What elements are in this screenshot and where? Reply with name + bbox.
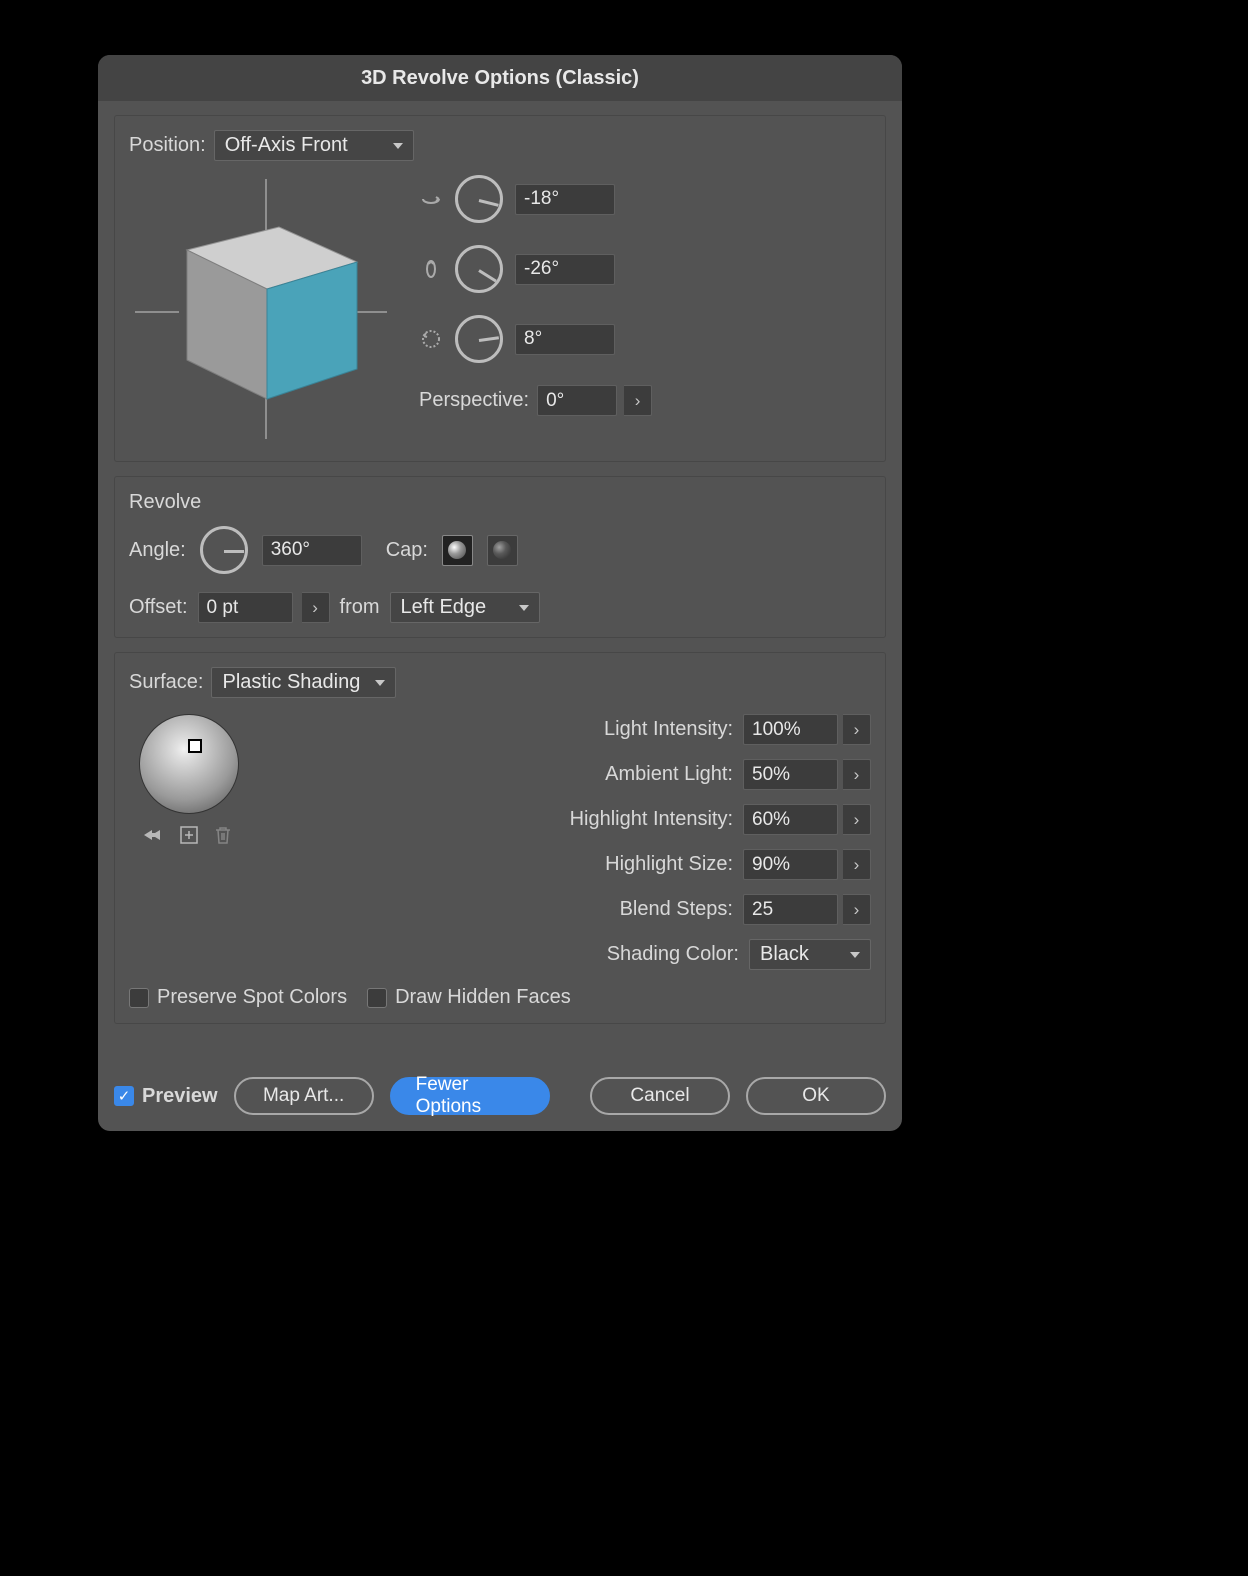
cancel-button[interactable]: Cancel <box>590 1077 730 1115</box>
light-handle[interactable] <box>188 739 202 753</box>
highlight-size-stepper[interactable]: › <box>843 849 871 880</box>
ok-button[interactable]: OK <box>746 1077 886 1115</box>
cap-label: Cap: <box>386 539 428 562</box>
blend-steps-input[interactable]: 25 <box>743 894 838 925</box>
perspective-label: Perspective: <box>419 389 529 412</box>
map-art-button[interactable]: Map Art... <box>234 1077 374 1115</box>
offset-input[interactable]: 0 pt <box>198 592 293 623</box>
offset-from-select[interactable]: Left Edge <box>390 592 540 623</box>
rotate-y-dial[interactable] <box>455 245 503 293</box>
position-select-value: Off-Axis Front <box>225 134 348 157</box>
shading-color-select[interactable]: Black <box>749 939 871 970</box>
draw-hidden-label: Draw Hidden Faces <box>395 986 571 1009</box>
rotate-x-input[interactable]: -18° <box>515 184 615 215</box>
offset-stepper[interactable]: › <box>302 592 330 623</box>
highlight-size-label: Highlight Size: <box>605 853 733 876</box>
perspective-stepper[interactable]: › <box>624 385 652 416</box>
cap-off-button[interactable] <box>487 535 518 566</box>
surface-label: Surface: <box>129 671 203 694</box>
highlight-intensity-input[interactable]: 60% <box>743 804 838 835</box>
angle-label: Angle: <box>129 539 186 562</box>
shading-color-value: Black <box>760 943 809 966</box>
angle-dial[interactable] <box>200 526 248 574</box>
new-light-icon[interactable] <box>178 824 200 846</box>
offset-label: Offset: <box>129 596 188 619</box>
rotate-z-input[interactable]: 8° <box>515 324 615 355</box>
ambient-light-label: Ambient Light: <box>605 763 733 786</box>
light-intensity-stepper[interactable]: › <box>843 714 871 745</box>
shading-color-label: Shading Color: <box>607 943 739 966</box>
rotate-z-icon <box>419 327 443 351</box>
light-intensity-label: Light Intensity: <box>604 718 733 741</box>
revolve-title: Revolve <box>129 491 871 514</box>
position-select[interactable]: Off-Axis Front <box>214 130 414 161</box>
light-sphere[interactable] <box>139 714 239 814</box>
dialog-title: 3D Revolve Options (Classic) <box>98 55 902 101</box>
preserve-spot-label: Preserve Spot Colors <box>157 986 347 1009</box>
rotate-x-icon <box>419 187 443 211</box>
preview-label: Preview <box>142 1085 218 1108</box>
highlight-intensity-stepper[interactable]: › <box>843 804 871 835</box>
rotate-x-dial[interactable] <box>455 175 503 223</box>
light-intensity-input[interactable]: 100% <box>743 714 838 745</box>
rotate-y-input[interactable]: -26° <box>515 254 615 285</box>
position-label: Position: <box>129 134 206 157</box>
blend-steps-stepper[interactable]: › <box>843 894 871 925</box>
preview-checkbox[interactable]: ✓ <box>114 1086 134 1106</box>
angle-input[interactable]: 360° <box>262 535 362 566</box>
blend-steps-label: Blend Steps: <box>620 898 733 921</box>
rotate-z-dial[interactable] <box>455 315 503 363</box>
fewer-options-button[interactable]: Fewer Options <box>390 1077 550 1115</box>
preserve-spot-checkbox[interactable] <box>129 988 149 1008</box>
surface-select-value: Plastic Shading <box>222 671 360 694</box>
highlight-size-input[interactable]: 90% <box>743 849 838 880</box>
ambient-light-stepper[interactable]: › <box>843 759 871 790</box>
track-cube[interactable] <box>129 167 389 447</box>
dialog-3d-revolve: 3D Revolve Options (Classic) Position: O… <box>98 55 902 1131</box>
ambient-light-input[interactable]: 50% <box>743 759 838 790</box>
position-panel: Position: Off-Axis Front <box>114 115 886 462</box>
offset-from-value: Left Edge <box>401 596 487 619</box>
surface-panel: Surface: Plastic Shading <box>114 652 886 1024</box>
highlight-intensity-label: Highlight Intensity: <box>570 808 733 831</box>
move-light-back-icon[interactable] <box>144 824 166 846</box>
delete-light-icon[interactable] <box>212 824 234 846</box>
rotate-y-icon <box>419 257 443 281</box>
perspective-input[interactable]: 0° <box>537 385 617 416</box>
cap-on-button[interactable] <box>442 535 473 566</box>
draw-hidden-checkbox[interactable] <box>367 988 387 1008</box>
revolve-panel: Revolve Angle: 360° Cap: Offset: 0 pt › … <box>114 476 886 638</box>
surface-select[interactable]: Plastic Shading <box>211 667 396 698</box>
from-label: from <box>340 596 380 619</box>
